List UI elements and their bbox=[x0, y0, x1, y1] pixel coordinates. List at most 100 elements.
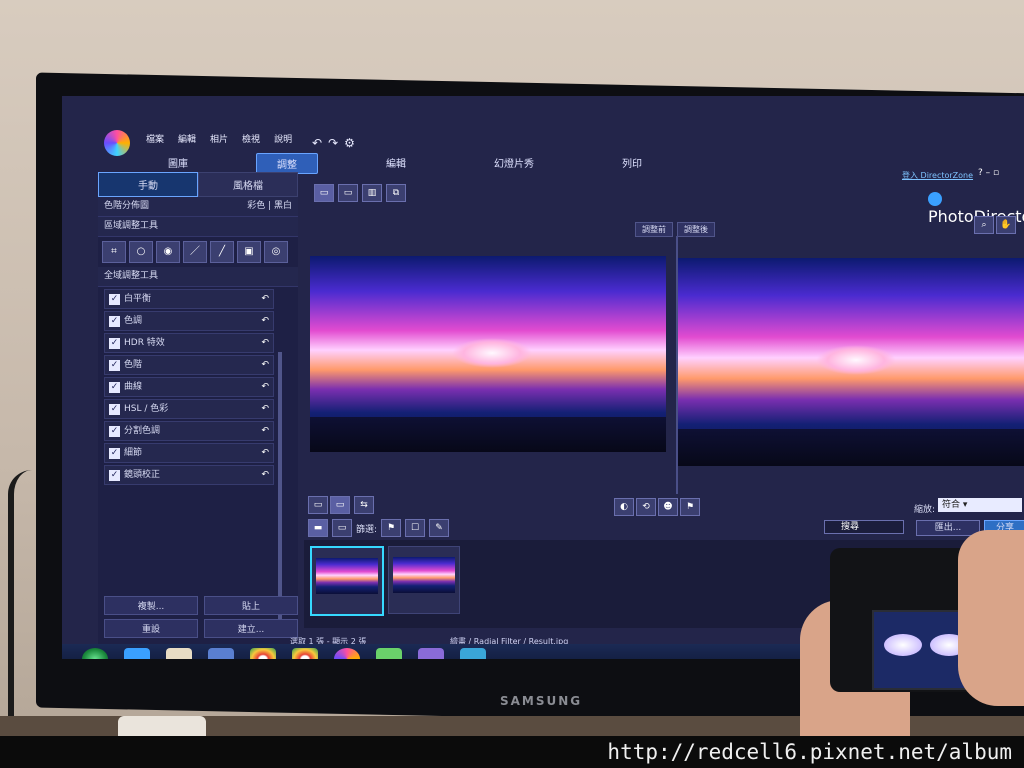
start-button[interactable] bbox=[82, 648, 108, 659]
checkbox[interactable]: ✓ bbox=[109, 293, 120, 305]
tab-presets[interactable]: 風格檔 bbox=[198, 172, 298, 197]
menu-view[interactable]: 檢視 bbox=[242, 132, 260, 145]
checkbox[interactable]: ✓ bbox=[109, 315, 120, 327]
photodirector-taskbar-icon[interactable] bbox=[334, 648, 360, 659]
compare-icon[interactable]: ◐ bbox=[614, 498, 634, 516]
reset-icon[interactable]: ↶ bbox=[261, 333, 269, 353]
zoom-select[interactable]: 符合 ▾ bbox=[938, 498, 1022, 512]
reset-button[interactable]: 重設 bbox=[104, 619, 198, 638]
login-link[interactable]: 登入 DirectorZone bbox=[902, 170, 973, 181]
global-tools-header[interactable]: 全域調整工具 bbox=[98, 267, 298, 287]
flag-icon[interactable]: ⚑ bbox=[680, 498, 700, 516]
adj-levels[interactable]: ✓ 色階 ↶ bbox=[104, 355, 274, 375]
adjustment-brush-icon[interactable]: ╱ bbox=[210, 241, 234, 263]
adj-label: HSL / 色彩 bbox=[124, 404, 169, 414]
rotate-icon[interactable]: ⟲ bbox=[636, 498, 656, 516]
checkbox[interactable]: ✓ bbox=[109, 403, 120, 415]
minimize-icon[interactable]: – bbox=[986, 168, 991, 178]
reset-icon[interactable]: ↶ bbox=[261, 465, 269, 485]
single-view-icon[interactable]: ▭ bbox=[314, 184, 334, 202]
brush-icon[interactable]: ／ bbox=[183, 241, 207, 263]
adj-hsl[interactable]: ✓ HSL / 色彩 ↶ bbox=[104, 399, 274, 419]
tab-print[interactable]: 列印 bbox=[602, 153, 662, 174]
app-icon[interactable] bbox=[376, 648, 402, 659]
reset-icon[interactable]: ↶ bbox=[261, 355, 269, 375]
filmstrip-view-icon[interactable]: ▬ bbox=[308, 519, 328, 537]
bw-mode-option[interactable]: 黑白 bbox=[274, 201, 292, 211]
undo-icon[interactable]: ↶ bbox=[312, 136, 322, 150]
swap-icon[interactable]: ⇆ bbox=[354, 496, 374, 514]
search-input[interactable]: 搜尋 bbox=[824, 520, 904, 534]
explorer-icon[interactable] bbox=[166, 648, 192, 659]
thumbnail-selected[interactable] bbox=[310, 546, 384, 616]
regional-tools-header[interactable]: 區域調整工具 bbox=[98, 217, 298, 237]
filter-rating-icon[interactable]: ☐ bbox=[405, 519, 426, 537]
menu-photo[interactable]: 相片 bbox=[210, 132, 228, 145]
redo-icon[interactable]: ↷ bbox=[328, 136, 338, 150]
checkbox[interactable]: ✓ bbox=[109, 469, 120, 481]
create-preset-button[interactable]: 建立... bbox=[204, 619, 298, 638]
filter-flag-icon[interactable]: ⚑ bbox=[381, 519, 402, 537]
histogram-section[interactable]: 色階分佈圖 彩色 | 黑白 bbox=[98, 197, 298, 217]
settings-gear-icon[interactable]: ⚙ bbox=[344, 136, 355, 150]
checkbox[interactable]: ✓ bbox=[109, 359, 120, 371]
thumbnail[interactable] bbox=[388, 546, 460, 614]
adj-split-toning[interactable]: ✓ 分割色調 ↶ bbox=[104, 421, 274, 441]
spot-removal-icon[interactable]: ○ bbox=[129, 241, 153, 263]
external-view-icon[interactable]: ⧉ bbox=[386, 184, 406, 202]
radial-filter-icon[interactable]: ◎ bbox=[264, 241, 288, 263]
reset-icon[interactable]: ↶ bbox=[261, 311, 269, 331]
paste-button[interactable]: 貼上 bbox=[204, 596, 298, 615]
media-icon[interactable] bbox=[208, 648, 234, 659]
export-button[interactable]: 匯出... bbox=[916, 520, 980, 536]
chrome-alt-icon[interactable] bbox=[292, 648, 318, 659]
histogram-label: 色階分佈圖 bbox=[104, 201, 150, 211]
ie-icon[interactable] bbox=[124, 648, 150, 659]
reset-icon[interactable]: ↶ bbox=[261, 443, 269, 463]
menu-help[interactable]: 說明 bbox=[274, 132, 292, 145]
hand-icon[interactable]: ✋ bbox=[996, 216, 1016, 234]
app-icon-2[interactable] bbox=[460, 648, 486, 659]
checkbox[interactable]: ✓ bbox=[109, 425, 120, 437]
restore-icon[interactable]: ▫ bbox=[993, 168, 999, 178]
thumbnail-image bbox=[316, 558, 378, 594]
reset-icon[interactable]: ↶ bbox=[261, 421, 269, 441]
adj-lens-correction[interactable]: ✓ 鏡頭校正 ↶ bbox=[104, 465, 274, 485]
tab-edit[interactable]: 編輯 bbox=[366, 153, 426, 174]
adj-white-balance[interactable]: ✓ 白平衡 ↶ bbox=[104, 289, 274, 309]
people-icon[interactable]: ☻ bbox=[658, 498, 678, 516]
tab-library[interactable]: 圖庫 bbox=[148, 153, 208, 174]
compare-view-icon[interactable]: ▭ bbox=[338, 184, 358, 202]
reset-icon[interactable]: ↶ bbox=[261, 289, 269, 309]
zoom-icon[interactable]: ⌕ bbox=[974, 216, 994, 234]
menu-file[interactable]: 檔案 bbox=[146, 132, 164, 145]
panel-scrollbar[interactable] bbox=[278, 352, 282, 632]
red-eye-icon[interactable]: ◉ bbox=[156, 241, 180, 263]
tab-manual[interactable]: 手動 bbox=[98, 172, 198, 197]
color-mode-option[interactable]: 彩色 bbox=[247, 201, 265, 211]
adj-detail[interactable]: ✓ 細節 ↶ bbox=[104, 443, 274, 463]
checkbox[interactable]: ✓ bbox=[109, 381, 120, 393]
tab-slideshow[interactable]: 幻燈片秀 bbox=[474, 153, 554, 174]
reset-icon[interactable]: ↶ bbox=[261, 377, 269, 397]
copy-button[interactable]: 複製... bbox=[104, 596, 198, 615]
grid-view-icon[interactable]: ▥ bbox=[362, 184, 382, 202]
list-view-icon[interactable]: ▭ bbox=[332, 519, 352, 537]
center-controls: ◐ ⟲ ☻ ⚑ bbox=[614, 498, 700, 516]
help-button[interactable]: ? bbox=[978, 168, 983, 178]
checkbox[interactable]: ✓ bbox=[109, 337, 120, 349]
filter-color-icon[interactable]: ✎ bbox=[429, 519, 450, 537]
split-view-icon[interactable]: ▭ bbox=[330, 496, 350, 514]
menu-edit[interactable]: 編輯 bbox=[178, 132, 196, 145]
side-by-side-icon[interactable]: ▭ bbox=[308, 496, 328, 514]
adj-hdr[interactable]: ✓ HDR 特效 ↶ bbox=[104, 333, 274, 353]
checkbox[interactable]: ✓ bbox=[109, 447, 120, 459]
chrome-icon[interactable] bbox=[250, 648, 276, 659]
tab-adjust[interactable]: 調整 bbox=[256, 153, 318, 174]
adj-tone[interactable]: ✓ 色調 ↶ bbox=[104, 311, 274, 331]
crop-icon[interactable]: ⌗ bbox=[102, 241, 126, 263]
reset-icon[interactable]: ↶ bbox=[261, 399, 269, 419]
active-app-icon[interactable] bbox=[418, 648, 444, 659]
adj-curves[interactable]: ✓ 曲線 ↶ bbox=[104, 377, 274, 397]
graduated-filter-icon[interactable]: ▣ bbox=[237, 241, 261, 263]
